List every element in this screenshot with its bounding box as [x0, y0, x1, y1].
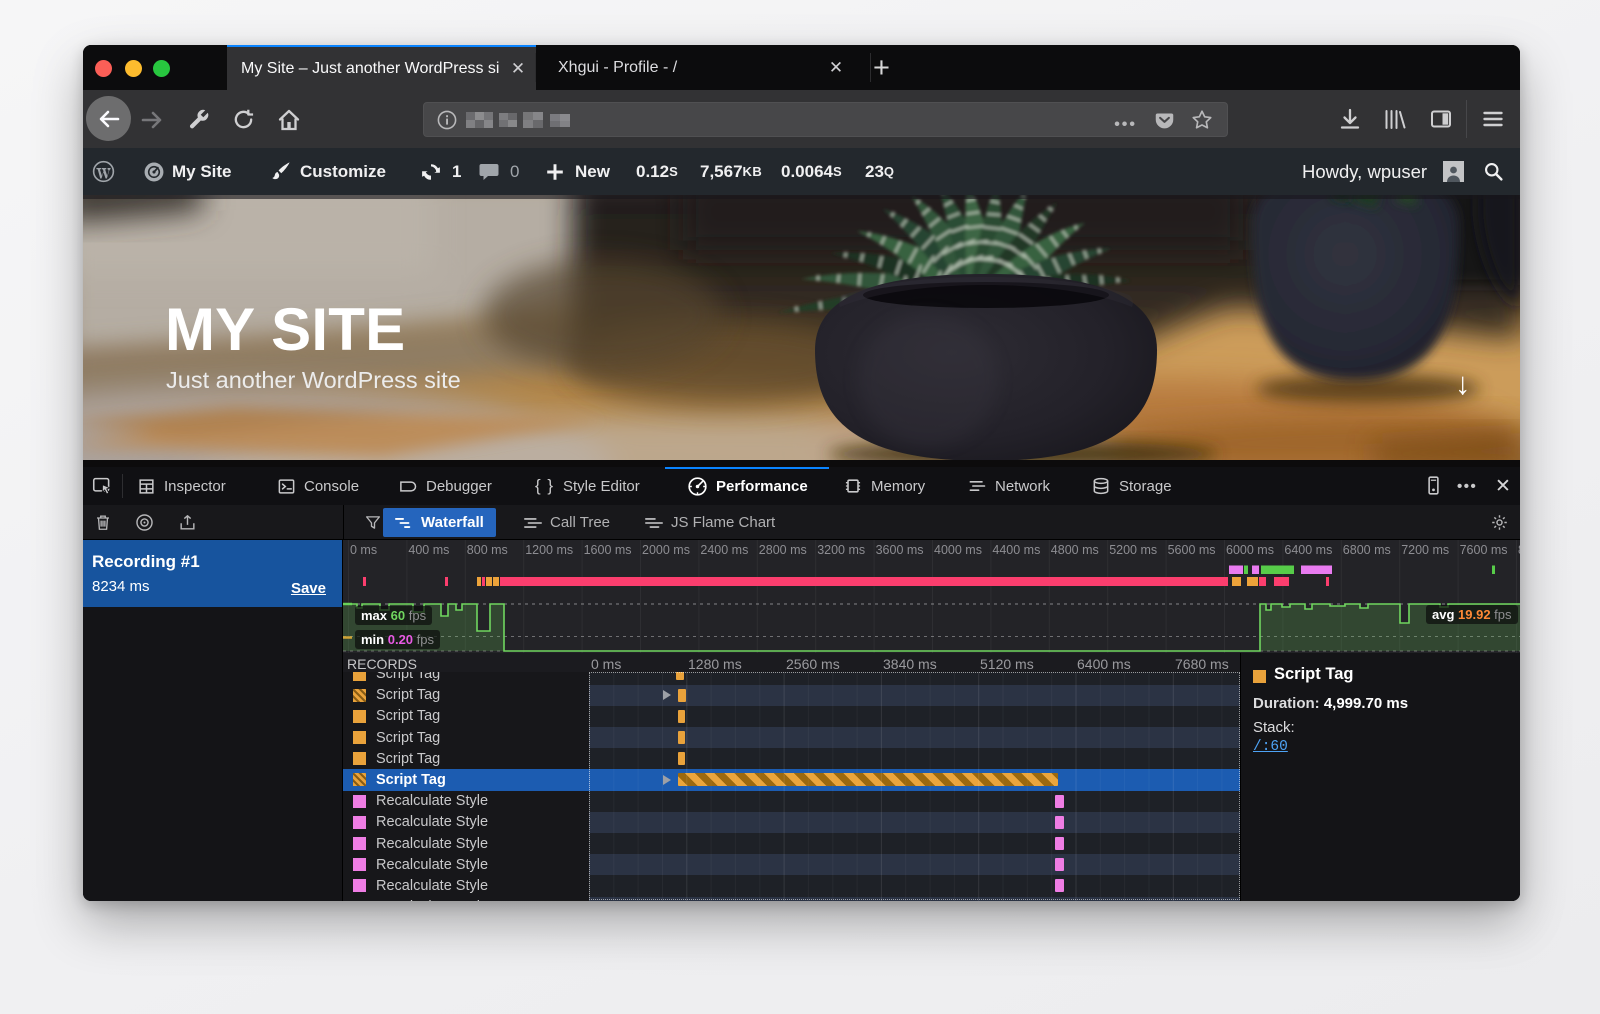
svg-text:4000 ms: 4000 ms	[934, 543, 982, 557]
svg-text:5200 ms: 5200 ms	[1109, 543, 1157, 557]
svg-text:7600 ms: 7600 ms	[1460, 543, 1508, 557]
svg-text:3200 ms: 3200 ms	[817, 543, 865, 557]
svg-text:7200 ms: 7200 ms	[1401, 543, 1449, 557]
svg-text:6000 ms: 6000 ms	[1226, 543, 1274, 557]
svg-text:8000: 8000	[1518, 543, 1520, 557]
svg-text:2400 ms: 2400 ms	[700, 543, 748, 557]
svg-text:1600 ms: 1600 ms	[584, 543, 632, 557]
svg-text:3600 ms: 3600 ms	[876, 543, 924, 557]
svg-text:1200 ms: 1200 ms	[525, 543, 573, 557]
svg-text:6400 ms: 6400 ms	[1284, 543, 1332, 557]
svg-text:4800 ms: 4800 ms	[1051, 543, 1099, 557]
svg-text:6800 ms: 6800 ms	[1343, 543, 1391, 557]
svg-text:400 ms: 400 ms	[408, 543, 449, 557]
svg-text:2000 ms: 2000 ms	[642, 543, 690, 557]
svg-text:800 ms: 800 ms	[467, 543, 508, 557]
svg-text:0 ms: 0 ms	[350, 543, 377, 557]
svg-text:4400 ms: 4400 ms	[992, 543, 1040, 557]
svg-text:2800 ms: 2800 ms	[759, 543, 807, 557]
svg-text:5600 ms: 5600 ms	[1168, 543, 1216, 557]
